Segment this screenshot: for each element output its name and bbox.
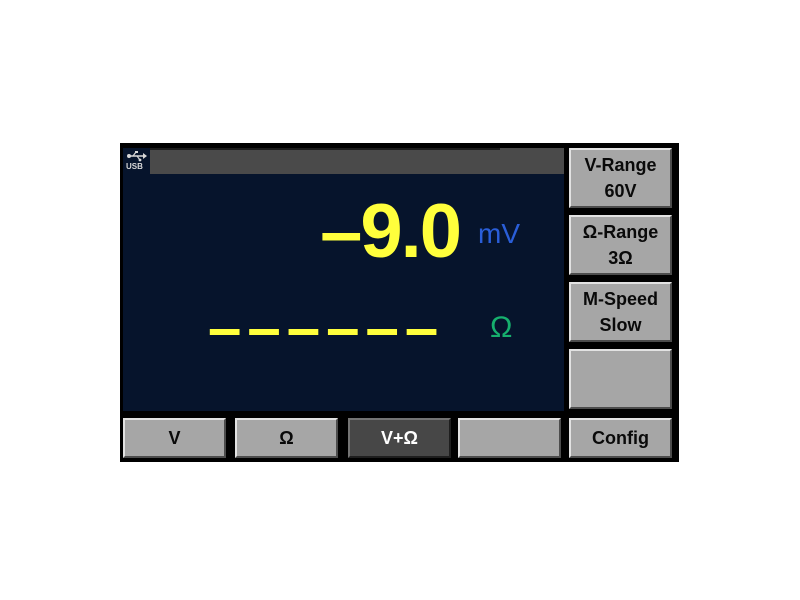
- m-speed-button[interactable]: M-Speed Slow: [569, 282, 672, 342]
- primary-reading: –9.0: [320, 189, 462, 274]
- secondary-reading: ––––––: [208, 294, 445, 361]
- v-mode-button[interactable]: V: [123, 418, 226, 458]
- status-bar: [150, 148, 564, 174]
- v-range-button[interactable]: V-Range 60V: [569, 148, 672, 208]
- ohm-range-label: Ω-Range: [582, 222, 659, 242]
- v-range-value: 60V: [604, 181, 637, 201]
- ohm-mode-label: Ω: [279, 428, 294, 448]
- instrument-display: USB –9.0 mV –––––– Ω V-Range 60V Ω-Range…: [120, 143, 679, 462]
- status-bar-divider: [150, 148, 500, 150]
- ohm-mode-button[interactable]: Ω: [235, 418, 338, 458]
- blank-side-button[interactable]: [569, 349, 672, 409]
- usb-icon: USB: [125, 150, 149, 174]
- config-label: Config: [592, 428, 649, 448]
- m-speed-label: M-Speed: [582, 289, 658, 309]
- v-range-label: V-Range: [584, 155, 657, 175]
- secondary-unit: Ω: [490, 311, 513, 344]
- ohm-range-value: 3Ω: [608, 248, 633, 268]
- m-speed-value: Slow: [599, 315, 642, 335]
- measurement-screen: USB –9.0 mV –––––– Ω: [123, 148, 564, 411]
- v-plus-ohm-mode-label: V+Ω: [381, 428, 418, 448]
- usb-label: USB: [126, 162, 143, 171]
- ohm-range-button[interactable]: Ω-Range 3Ω: [569, 215, 672, 275]
- primary-unit: mV: [478, 218, 520, 249]
- blank-bottom-button[interactable]: [458, 418, 561, 458]
- config-button[interactable]: Config: [569, 418, 672, 458]
- v-plus-ohm-mode-button[interactable]: V+Ω: [348, 418, 451, 458]
- v-mode-label: V: [168, 428, 181, 448]
